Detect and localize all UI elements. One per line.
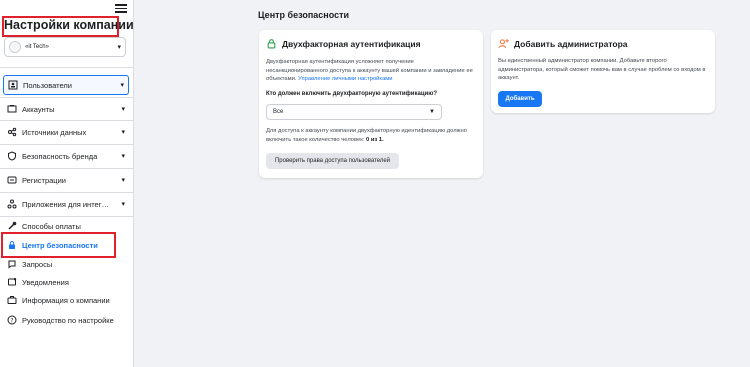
divider bbox=[0, 144, 134, 145]
caret-down-icon: ▼ bbox=[429, 109, 435, 115]
check-user-access-button[interactable]: Проверить права доступа пользователей bbox=[266, 153, 399, 169]
chevron-down-icon: ▾ bbox=[121, 106, 125, 113]
page-title: Центр безопасности bbox=[258, 10, 350, 20]
account-name: «it Tech» bbox=[25, 44, 49, 50]
two-factor-description: Двухфакторная аутентификация усложняет п… bbox=[266, 58, 476, 84]
registrations-icon bbox=[7, 175, 17, 185]
chevron-down-icon: ▾ bbox=[121, 129, 125, 136]
sidebar-item-notifications[interactable]: Уведомления bbox=[3, 274, 129, 290]
payment-icon bbox=[7, 221, 17, 231]
sidebar-item-label: Пользователи bbox=[23, 80, 72, 90]
sidebar-item-setup-guide[interactable]: ? Руководство по настройке bbox=[3, 312, 129, 328]
lock-icon bbox=[7, 240, 17, 250]
two-factor-requirement-select[interactable]: Все ▼ bbox=[266, 104, 442, 120]
sidebar-item-users[interactable]: Пользователи ▾ bbox=[3, 75, 129, 95]
sidebar-item-label: Информация о компании bbox=[22, 295, 110, 305]
sidebar-item-integrations[interactable]: Приложения для интег… ▾ bbox=[3, 194, 129, 214]
divider bbox=[0, 168, 134, 169]
add-admin-title: Добавить администратора bbox=[514, 38, 628, 49]
help-icon: ? bbox=[7, 315, 17, 325]
divider bbox=[0, 120, 134, 121]
lock-icon bbox=[266, 38, 277, 49]
shield-icon bbox=[7, 151, 17, 161]
account-selector[interactable]: «it Tech» ▾ bbox=[4, 37, 126, 57]
notifications-icon bbox=[7, 277, 17, 287]
add-admin-description: Вы единственный администратор компании. … bbox=[498, 58, 706, 81]
sidebar-item-company-info[interactable]: Информация о компании bbox=[3, 292, 129, 308]
sidebar-item-accounts[interactable]: Аккаунты ▾ bbox=[3, 99, 129, 119]
sidebar-item-label: Способы оплаты bbox=[22, 221, 81, 231]
sidebar-title: Настройки компании bbox=[4, 18, 134, 32]
accounts-icon bbox=[7, 104, 17, 114]
sidebar-item-label: Центр безопасности bbox=[22, 240, 98, 250]
two-factor-card: Двухфакторная аутентификация Двухфакторн… bbox=[259, 30, 483, 178]
chevron-down-icon: ▾ bbox=[121, 201, 125, 208]
sidebar-item-security-center[interactable]: Центр безопасности bbox=[3, 237, 129, 253]
sidebar-item-label: Запросы bbox=[22, 259, 53, 269]
users-icon bbox=[8, 80, 18, 90]
two-factor-title: Двухфакторная аутентификация bbox=[282, 38, 421, 49]
select-value: Все bbox=[273, 109, 284, 115]
svg-text:?: ? bbox=[10, 317, 13, 324]
add-admin-button[interactable]: Добавить bbox=[498, 91, 542, 107]
chevron-down-icon: ▾ bbox=[120, 82, 124, 89]
divider bbox=[0, 67, 134, 68]
sidebar-item-label: Приложения для интег… bbox=[22, 199, 109, 209]
chevron-down-icon: ▾ bbox=[121, 153, 125, 160]
requests-icon bbox=[7, 259, 17, 269]
requirement-text: Для доступа к аккаунту компании двухфакт… bbox=[266, 128, 467, 143]
add-admin-card: Добавить администратора Вы единственный … bbox=[491, 30, 715, 113]
chevron-down-icon: ▾ bbox=[117, 44, 121, 51]
sidebar-item-registrations[interactable]: Регистрации ▾ bbox=[3, 170, 129, 190]
sidebar-item-label: Руководство по настройке bbox=[22, 315, 114, 325]
two-factor-question: Кто должен включить двухфакторную аутент… bbox=[266, 91, 437, 97]
divider bbox=[0, 97, 134, 98]
add-admin-header: Добавить администратора bbox=[498, 38, 628, 49]
requirement-count: 0 из 1 bbox=[366, 136, 383, 143]
briefcase-icon bbox=[7, 295, 17, 305]
integrations-icon bbox=[7, 199, 17, 209]
add-user-icon bbox=[498, 38, 509, 49]
account-logo bbox=[9, 41, 21, 53]
sidebar-item-label: Безопасность бренда bbox=[22, 151, 98, 161]
two-factor-header: Двухфакторная аутентификация bbox=[266, 38, 421, 49]
sidebar-item-label: Источники данных bbox=[22, 127, 87, 137]
sidebar-item-label: Регистрации bbox=[22, 175, 66, 185]
menu-icon[interactable] bbox=[115, 2, 127, 14]
divider bbox=[0, 216, 134, 217]
sidebar-item-requests[interactable]: Запросы bbox=[3, 256, 129, 272]
sidebar-item-label: Уведомления bbox=[22, 277, 69, 287]
sidebar-item-brand-safety[interactable]: Безопасность бренда ▾ bbox=[3, 146, 129, 166]
sidebar-item-label: Аккаунты bbox=[22, 104, 55, 114]
data-sources-icon bbox=[7, 127, 17, 137]
sidebar: Настройки компании «it Tech» ▾ Пользоват… bbox=[0, 0, 134, 367]
divider bbox=[0, 192, 134, 193]
chevron-down-icon: ▾ bbox=[121, 177, 125, 184]
sidebar-item-data-sources[interactable]: Источники данных ▾ bbox=[3, 122, 129, 142]
manage-personal-settings-link[interactable]: Управление личными настройками bbox=[298, 76, 392, 82]
